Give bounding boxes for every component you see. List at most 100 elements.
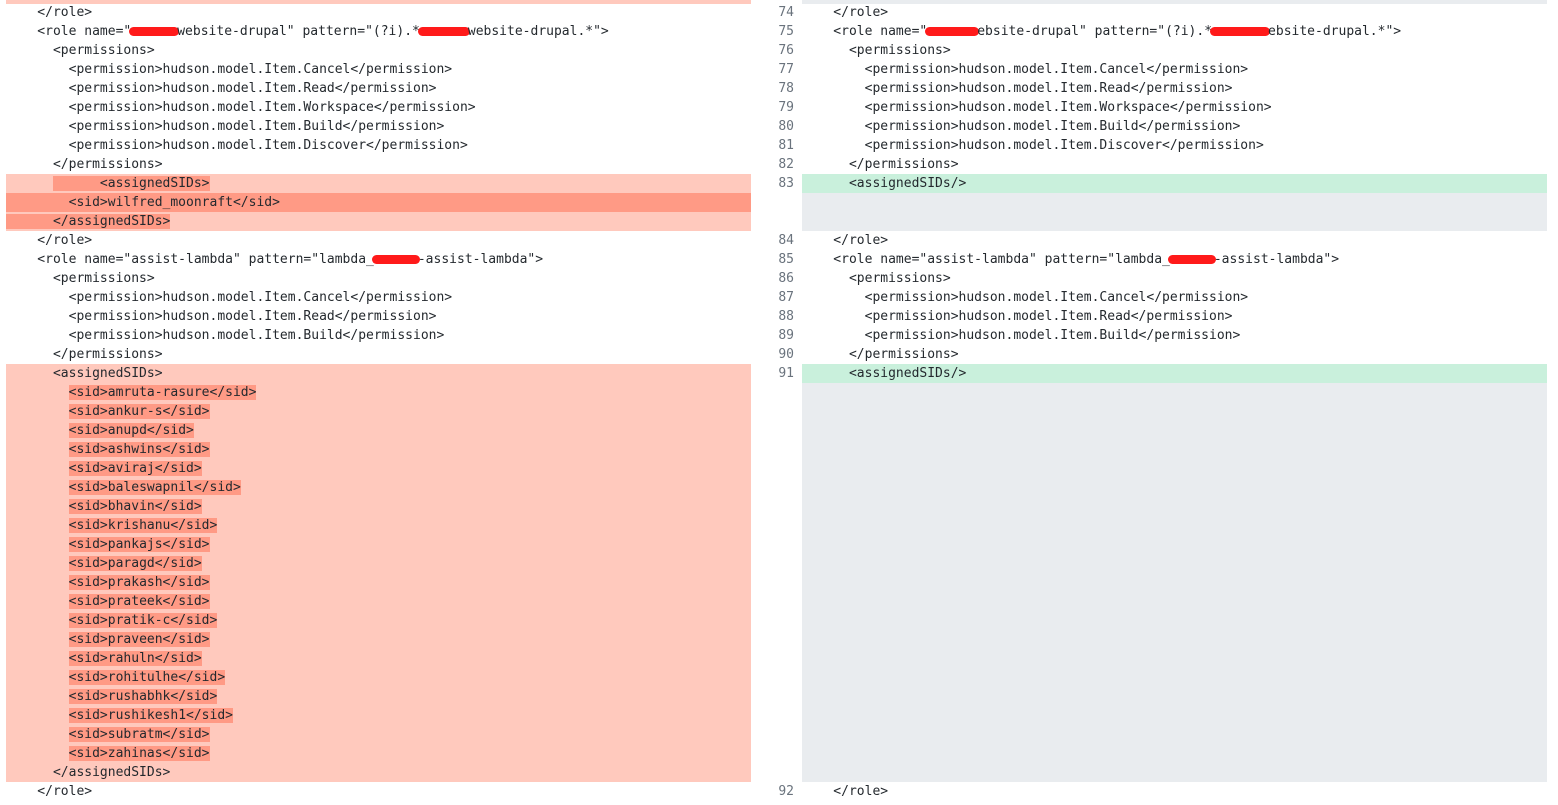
line-number: 79 — [778, 100, 794, 115]
sid-entry: <sid>rahuln</sid> — [68, 651, 202, 666]
sid-entry: <sid>subratm</sid> — [68, 727, 210, 742]
code-line: </role> — [802, 5, 889, 20]
line-number: 85 — [778, 252, 794, 267]
deleted-sid-line: <sid>rushikesh1</sid> — [6, 706, 751, 725]
line-number: 92 — [778, 784, 794, 799]
deleted-sid-line: <sid>baleswapnil</sid> — [6, 478, 751, 497]
code-line: <permission>hudson.model.Item.Read</perm… — [802, 81, 1233, 96]
sid-entry: <sid>bhavin</sid> — [68, 499, 202, 514]
code-line: <permission>hudson.model.Item.Workspace<… — [6, 100, 476, 115]
sid-entry: <sid>amruta-rasure</sid> — [68, 385, 257, 400]
sid-entry: <sid>ashwins</sid> — [68, 442, 210, 457]
deleted-sid-line: <sid>bhavin</sid> — [6, 497, 751, 516]
code-line: <permission>hudson.model.Item.Read</perm… — [6, 81, 437, 96]
code-line: <permission>hudson.model.Item.Cancel</pe… — [6, 290, 453, 305]
code-line: </permissions> — [6, 157, 163, 172]
code-line: <permission>hudson.model.Item.Cancel</pe… — [802, 290, 1249, 305]
sid-entry: <sid>prakash</sid> — [68, 575, 210, 590]
code-line: <permission>hudson.model.Item.Build</per… — [802, 119, 1241, 134]
code-line: </permissions> — [802, 347, 959, 362]
line-number: 86 — [778, 271, 794, 286]
sid-entry: <sid>zahinas</sid> — [68, 746, 210, 761]
deleted-line: <assignedSIDs> — [6, 364, 751, 383]
line-number: 89 — [778, 328, 794, 343]
code-line: <permission>hudson.model.Item.Read</perm… — [802, 309, 1233, 324]
redaction-mark — [129, 27, 180, 36]
deleted-sid-line: <sid>krishanu</sid> — [6, 516, 751, 535]
code-line: <role name="assist-lambda" pattern="lamb… — [6, 252, 544, 267]
sid-entry: <sid>ankur-s</sid> — [68, 404, 210, 419]
deleted-sid-line: <sid>rushabhk</sid> — [6, 687, 751, 706]
deleted-line: <sid>wilfred_moonraft</sid> — [6, 193, 751, 212]
sid-entry: <sid>aviraj</sid> — [68, 461, 202, 476]
code-line: </role> — [6, 233, 93, 248]
deleted-sid-line: <sid>zahinas</sid> — [6, 744, 751, 763]
line-number: 91 — [778, 366, 794, 381]
code-line: </role> — [6, 784, 93, 799]
deleted-sid-line: <sid>subratm</sid> — [6, 725, 751, 744]
deleted-sid-line: <sid>praveen</sid> — [6, 630, 751, 649]
line-number: 78 — [778, 81, 794, 96]
sid-entry: <sid>pratik-c</sid> — [68, 613, 218, 628]
line-number: 74 — [778, 5, 794, 20]
deleted-sid-line: <sid>ankur-s</sid> — [6, 402, 751, 421]
deleted-sid-line: <sid>prateek</sid> — [6, 592, 751, 611]
code-line: <permission>hudson.model.Item.Discover</… — [6, 138, 468, 153]
code-line: <permission>hudson.model.Item.Cancel</pe… — [6, 62, 453, 77]
sid-entry: <sid>prateek</sid> — [68, 594, 210, 609]
code-line: <permission>hudson.model.Item.Build</per… — [6, 328, 445, 343]
deleted-sid-line: <sid>pankajs</sid> — [6, 535, 751, 554]
redaction-mark — [1167, 255, 1216, 264]
line-number: 83 — [778, 176, 794, 191]
code-line: <permissions> — [6, 271, 155, 286]
deleted-sid-line: <sid>rahuln</sid> — [6, 649, 751, 668]
code-line: </permissions> — [6, 347, 163, 362]
added-line: <assignedSIDs/> — [802, 174, 1547, 193]
code-line: <role name="assist-lambda" pattern="lamb… — [802, 252, 1340, 267]
deleted-sid-line: <sid>rohitulhe</sid> — [6, 668, 751, 687]
sid-entry: <sid>anupd</sid> — [68, 423, 194, 438]
empty-placeholder — [802, 383, 1547, 782]
code-line: <permission>hudson.model.Item.Cancel</pe… — [802, 62, 1249, 77]
deleted-sid-line: <sid>aviraj</sid> — [6, 459, 751, 478]
empty-placeholder — [802, 193, 1547, 231]
deleted-sid-line: <sid>ashwins</sid> — [6, 440, 751, 459]
line-number: 87 — [778, 290, 794, 305]
deleted-line: </assignedSIDs> — [6, 763, 751, 782]
sid-entry: <sid>rohitulhe</sid> — [68, 670, 226, 685]
added-line: <assignedSIDs/> — [802, 364, 1547, 383]
line-number: 90 — [778, 347, 794, 362]
sid-entry: <sid>baleswapnil</sid> — [68, 480, 241, 495]
code-line: <permission>hudson.model.Item.Workspace<… — [802, 100, 1272, 115]
code-line: </role> — [802, 784, 889, 799]
deleted-sid-line: <sid>pratik-c</sid> — [6, 611, 751, 630]
line-number: 80 — [778, 119, 794, 134]
code-line: </permissions> — [802, 157, 959, 172]
deleted-sid-line: <sid>amruta-rasure</sid> — [6, 383, 751, 402]
line-number: 84 — [778, 233, 794, 248]
deleted-sid-line: <sid>paragd</sid> — [6, 554, 751, 573]
sid-entry: <sid>rushikesh1</sid> — [68, 708, 233, 723]
sid-entry: <sid>paragd</sid> — [68, 556, 202, 571]
line-number: 75 — [778, 24, 794, 39]
code-line: <permission>hudson.model.Item.Build</per… — [802, 328, 1241, 343]
line-number: 81 — [778, 138, 794, 153]
deleted-sid-line: <sid>prakash</sid> — [6, 573, 751, 592]
code-line: <permission>hudson.model.Item.Discover</… — [802, 138, 1264, 153]
line-number: 77 — [778, 62, 794, 77]
line-number: 82 — [778, 157, 794, 172]
code-line: <permission>hudson.model.Item.Build</per… — [6, 119, 445, 134]
code-line: <permissions> — [802, 43, 951, 58]
deleted-line: </assignedSIDs> — [6, 212, 751, 231]
redaction-mark — [925, 27, 980, 36]
code-line: <permissions> — [802, 271, 951, 286]
redaction-mark — [417, 27, 470, 36]
code-line: </role> — [802, 233, 889, 248]
sid-entry: <sid>rushabhk</sid> — [68, 689, 218, 704]
code-line: <role name=" ebsite-drupal" pattern="(?i)… — [802, 24, 1402, 39]
sid-entry: <sid>praveen</sid> — [68, 632, 210, 647]
line-number: 76 — [778, 43, 794, 58]
code-line: <role name=" website-drupal" pattern="(?i… — [6, 24, 609, 39]
deleted-line: <assignedSIDs> — [6, 174, 751, 193]
redaction-mark — [371, 255, 420, 264]
